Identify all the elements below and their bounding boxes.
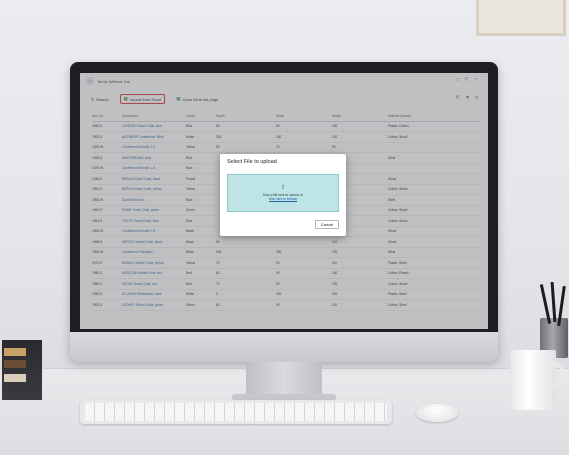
screen: ← Items Without Cat □ ⇱ ↗ ⚲ Search ▦ Imp… xyxy=(80,73,488,329)
book xyxy=(4,348,26,356)
coffee-mug xyxy=(510,350,556,410)
file-upload-dialog: Select File to upload ⇧ Drop a file here… xyxy=(220,154,346,236)
file-dropzone[interactable]: ⇧ Drop a file here to upload, or click h… xyxy=(227,174,339,212)
mouse xyxy=(416,404,458,422)
dialog-title: Select File to upload xyxy=(227,159,277,165)
browse-link[interactable]: click here to browse xyxy=(269,197,297,201)
cancel-button[interactable]: Cancel xyxy=(315,220,339,229)
book xyxy=(4,374,26,382)
keyboard-keys xyxy=(85,403,387,421)
upload-icon: ⇧ xyxy=(280,185,286,191)
monitor-stand xyxy=(246,362,322,398)
picture-frame xyxy=(476,0,566,36)
monitor-chin xyxy=(70,332,498,362)
book xyxy=(4,360,26,368)
